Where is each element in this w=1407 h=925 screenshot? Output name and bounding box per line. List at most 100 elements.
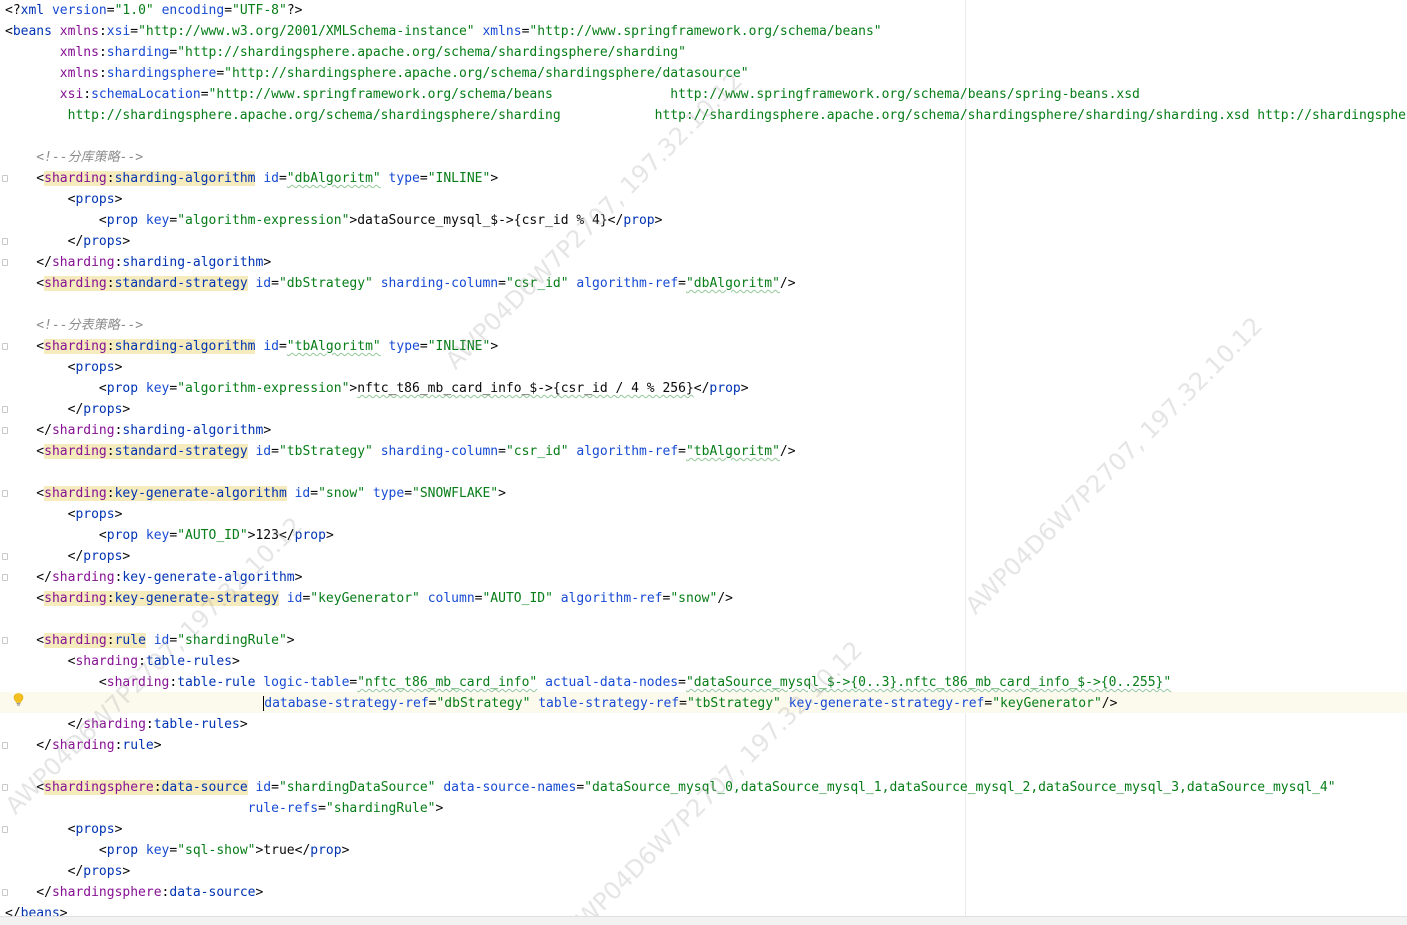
code-line[interactable]: <?xml version="1.0" encoding="UTF-8"?>	[5, 0, 302, 21]
code-line[interactable]: <sharding:rule id="shardingRule">	[5, 630, 295, 651]
code-token: =	[310, 486, 319, 501]
code-line[interactable]: </sharding:sharding-algorithm>	[5, 420, 271, 441]
code-token: nftc_t86_mb_card_info_$->{csr_id / 4 % 2…	[357, 381, 694, 396]
code-line[interactable]: <props>	[5, 189, 123, 210]
code-token: >	[435, 801, 444, 816]
code-line[interactable]: <props>	[5, 504, 123, 525]
code-line[interactable]: <shardingsphere:data-source id="sharding…	[5, 777, 1336, 798]
code-token: <	[5, 339, 45, 354]
highlighted-tag-name: sharding:standard-strategy	[44, 276, 248, 291]
code-line[interactable]: database-strategy-ref = "dbStrategy" table…	[5, 693, 1117, 714]
code-line[interactable]: </props>	[5, 231, 131, 252]
code-token: beans	[12, 24, 60, 39]
code-token: >	[263, 255, 272, 270]
code-line[interactable]: <sharding:standard-strategy id="tbStrate…	[5, 441, 796, 462]
code-line[interactable]: <sharding:sharding-algorithm id="dbAlgor…	[5, 168, 498, 189]
code-token: </	[5, 864, 84, 879]
code-line[interactable]: <!--分表策略-->	[5, 315, 143, 336]
code-token: prop	[106, 213, 146, 228]
code-line[interactable]: </shardingsphere:data-source>	[5, 882, 263, 903]
code-token: rule	[122, 738, 154, 753]
code-line[interactable]: xmlns:shardingsphere="http://shardingsph…	[5, 63, 749, 84]
code-line[interactable]: <sharding:key-generate-strategy id="keyG…	[5, 588, 733, 609]
code-line[interactable]: </sharding:rule>	[5, 735, 161, 756]
code-token: shardingsphere	[106, 66, 217, 81]
code-token: key	[145, 843, 170, 858]
code-line[interactable]: <sharding:key-generate-algorithm id="sno…	[5, 483, 506, 504]
code-token: =	[419, 339, 428, 354]
code-token: </	[5, 549, 84, 564]
code-token: />	[1101, 696, 1118, 711]
code-line[interactable]: <!--分库策略-->	[5, 147, 143, 168]
code-line[interactable]: <prop key="algorithm-expression">dataSou…	[5, 210, 663, 231]
code-token: sharding	[51, 423, 115, 438]
code-line[interactable]: </sharding:key-generate-algorithm>	[5, 567, 302, 588]
code-token: >	[286, 633, 295, 648]
code-token: props	[83, 234, 123, 249]
code-token: <	[5, 675, 107, 690]
code-line[interactable]: http://shardingsphere.apache.org/schema/…	[5, 105, 1407, 126]
code-token: table-rules	[153, 717, 240, 732]
code-token: >	[239, 717, 248, 732]
code-token: props	[75, 507, 115, 522]
code-line[interactable]: <prop key="sql-show">true</prop>	[5, 840, 350, 861]
code-token: <!--分表策略-->	[5, 318, 144, 333]
code-line[interactable]: xsi:schemaLocation="http://www.springfra…	[5, 84, 1140, 105]
code-line[interactable]: rule-refs="shardingRule">	[5, 798, 444, 819]
code-token: >	[114, 507, 123, 522]
code-line[interactable]: </props>	[5, 861, 131, 882]
code-line[interactable]: </beans>	[5, 903, 68, 916]
code-token: "dbStrategy"	[436, 696, 531, 711]
code-line[interactable]: <prop key="algorithm-expression">nftc_t8…	[5, 378, 749, 399]
code-line[interactable]: <sharding:sharding-algorithm id="tbAlgor…	[5, 336, 498, 357]
code-token: =	[679, 696, 687, 711]
code-token: :	[138, 654, 146, 669]
code-token: prop	[106, 381, 146, 396]
code-line[interactable]: </props>	[5, 399, 131, 420]
code-line[interactable]: </sharding:table-rules>	[5, 714, 248, 735]
code-token: prop	[623, 213, 655, 228]
code-line[interactable]: </props>	[5, 546, 131, 567]
code-token: =	[278, 171, 287, 186]
code-token: >	[740, 381, 749, 396]
code-token: logic-table	[263, 675, 350, 690]
code-token: actual-data-nodes	[545, 675, 679, 690]
code-editor[interactable]: <?xml version="1.0" encoding="UTF-8"?> <b…	[0, 0, 1407, 916]
code-token: "INLINE"	[427, 339, 491, 354]
code-line[interactable]: <sharding:standard-strategy id="dbStrate…	[5, 273, 796, 294]
code-token: sharding-column	[380, 276, 499, 291]
code-token: =	[271, 276, 279, 291]
code-line[interactable]: <sharding:table-rules>	[5, 651, 240, 672]
code-line[interactable]: <props>	[5, 357, 123, 378]
code-line[interactable]: xmlns:sharding="http://shardingsphere.ap…	[5, 42, 686, 63]
code-token: <	[5, 171, 45, 186]
code-token: =	[419, 171, 428, 186]
code-token: xmlns	[59, 24, 99, 39]
code-token: <	[5, 192, 76, 207]
code-line[interactable]: <prop key="AUTO_ID">123</prop>	[5, 525, 334, 546]
code-token: props	[83, 549, 123, 564]
code-token: </	[693, 381, 710, 396]
code-token: =	[224, 3, 233, 18]
tag-namespace: sharding	[44, 171, 107, 186]
code-line[interactable]: <sharding:table-rule logic-table="nftc_t…	[5, 672, 1171, 693]
code-token: sharding	[83, 717, 146, 732]
code-token: version	[51, 3, 107, 18]
code-token: </	[5, 255, 52, 270]
code-line[interactable]: <beans xmlns:xsi="http://www.w3.org/2001…	[5, 21, 882, 42]
tag-namespace: sharding	[44, 486, 107, 501]
code-line[interactable]: <props>	[5, 819, 123, 840]
code-token: >	[232, 654, 240, 669]
code-token: id	[255, 444, 272, 459]
code-token: </	[5, 234, 84, 249]
code-line[interactable]: </sharding:sharding-algorithm>	[5, 252, 271, 273]
code-token: "sql-show"	[177, 843, 256, 858]
